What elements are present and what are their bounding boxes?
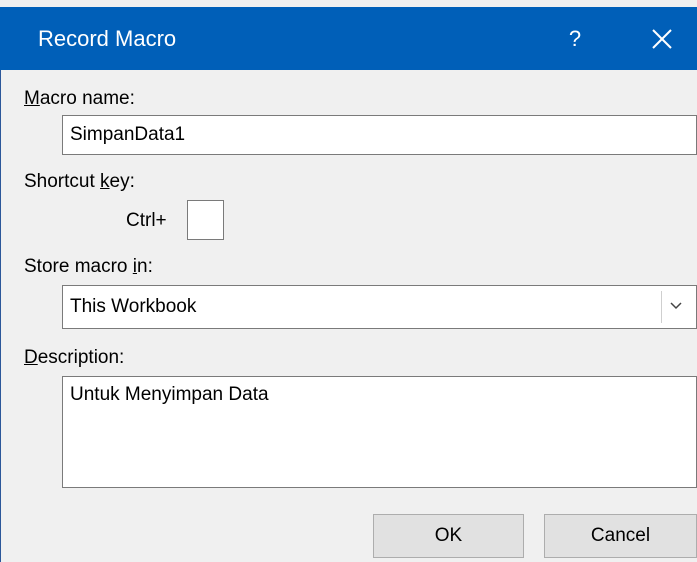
ctrl-prefix-label: Ctrl+ xyxy=(126,210,167,231)
macro-name-input[interactable]: SimpanData1 xyxy=(62,115,697,155)
store-macro-selected-value: This Workbook xyxy=(70,296,197,317)
close-icon xyxy=(652,29,672,49)
store-macro-label-post: n: xyxy=(137,256,153,277)
help-button[interactable]: ? xyxy=(560,7,590,70)
cancel-button[interactable]: Cancel xyxy=(544,514,697,558)
description-label-accel: D xyxy=(24,347,38,368)
shortcut-key-label-accel: k xyxy=(100,171,110,192)
shortcut-key-label-post: ey: xyxy=(109,171,135,192)
title-bar: Record Macro ? xyxy=(0,7,697,70)
ok-button[interactable]: OK xyxy=(373,514,524,558)
store-macro-label-pre: Store macro xyxy=(24,256,133,277)
description-textarea[interactable]: Untuk Menyimpan Data xyxy=(62,376,697,488)
description-label-text: escription: xyxy=(37,347,125,368)
chevron-down-icon xyxy=(670,302,682,310)
store-macro-label: Store macro in: xyxy=(24,256,153,278)
close-button[interactable] xyxy=(640,7,684,70)
macro-name-label-accel: M xyxy=(24,88,40,109)
window-border xyxy=(0,70,1,562)
macro-name-label: Macro name: xyxy=(24,88,135,110)
shortcut-key-label: Shortcut key: xyxy=(24,171,135,193)
shortcut-key-label-pre: Shortcut xyxy=(24,171,101,192)
description-label: Description: xyxy=(24,347,124,369)
dialog-title: Record Macro xyxy=(38,26,177,51)
record-macro-dialog: Record Macro ? Macro name: SimpanData1 S… xyxy=(0,0,697,562)
macro-name-label-text: acro name: xyxy=(39,88,135,109)
store-macro-dropdown-button[interactable] xyxy=(661,291,690,323)
store-macro-select[interactable]: This Workbook xyxy=(62,285,697,329)
shortcut-key-input[interactable] xyxy=(187,200,224,240)
